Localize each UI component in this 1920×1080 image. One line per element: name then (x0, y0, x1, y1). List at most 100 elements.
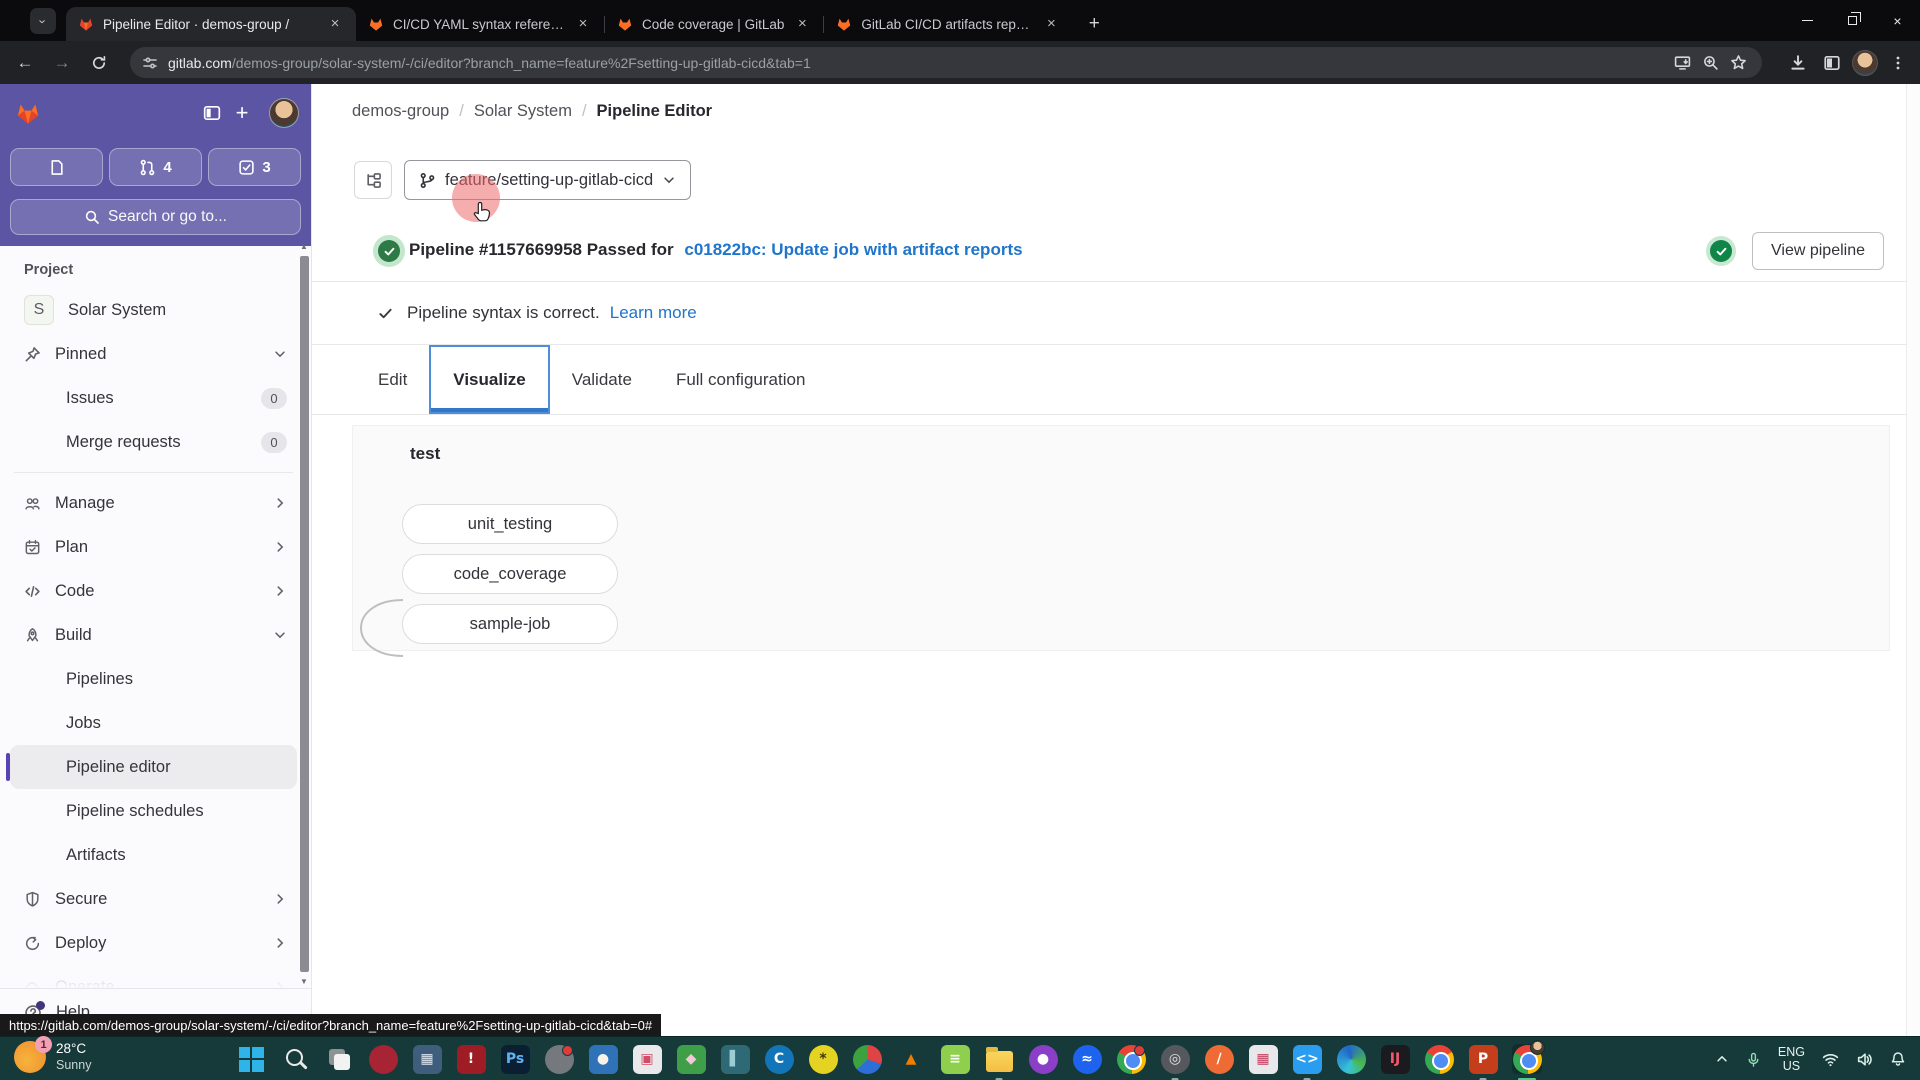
tab-search-button[interactable]: › (30, 8, 56, 34)
wifi-icon[interactable] (1822, 1051, 1839, 1068)
postman-app[interactable]: ∕ (1204, 1044, 1234, 1074)
chrome-app[interactable] (1424, 1044, 1454, 1074)
sidebar-item-pipeline-editor[interactable]: Pipeline editor (6, 745, 297, 789)
tab-edit[interactable]: Edit (356, 345, 429, 414)
sidebar-item-code[interactable]: Code (10, 569, 297, 613)
calculator-app[interactable]: ▦ (412, 1044, 442, 1074)
todos-shortcut-button[interactable]: 3 (208, 148, 301, 186)
task-view-button[interactable] (324, 1044, 354, 1074)
search-button[interactable] (280, 1044, 310, 1074)
user-avatar[interactable] (269, 98, 299, 128)
obs-app[interactable]: ◎ (1160, 1044, 1190, 1074)
bookmark-star-button[interactable] (1724, 49, 1752, 77)
weather-widget[interactable]: 1 28°C Sunny (14, 1036, 91, 1074)
back-button[interactable]: ← (10, 48, 40, 78)
lightning-app[interactable]: ! (456, 1044, 486, 1074)
tab-close-icon[interactable]: × (326, 15, 344, 33)
file-tree-toggle-button[interactable] (354, 161, 392, 199)
sidebar-item-jobs[interactable]: Jobs (10, 701, 297, 745)
job-node-unit-testing[interactable]: unit_testing (402, 504, 618, 544)
split-view-app[interactable]: ▌ (720, 1044, 750, 1074)
screenshot-app[interactable]: ▣ (632, 1044, 662, 1074)
breadcrumb-group-link[interactable]: demos-group (352, 102, 449, 121)
job-node-code-coverage[interactable]: code_coverage (402, 554, 618, 594)
color-wheel-app[interactable] (852, 1044, 882, 1074)
reload-button[interactable] (84, 48, 114, 78)
browser-tab-3[interactable]: Code coverage | GitLab × (605, 7, 823, 41)
sidebar-item-secure[interactable]: Secure (10, 877, 297, 921)
browser-profile-avatar[interactable] (1852, 49, 1878, 76)
tab-close-icon[interactable]: × (574, 15, 592, 33)
sidebar-scrollbar[interactable] (300, 242, 309, 986)
view-pipeline-button[interactable]: View pipeline (1752, 232, 1884, 270)
ccleaner-app[interactable]: C (764, 1044, 794, 1074)
notification-bell-icon[interactable] (1890, 1051, 1906, 1067)
split-screen-button[interactable] (1818, 49, 1846, 77)
sidebar-item-pinned[interactable]: Pinned (10, 332, 297, 376)
sidebar-item-issues[interactable]: Issues 0 (10, 376, 297, 420)
install-app-button[interactable] (1668, 49, 1696, 77)
issues-shortcut-button[interactable] (10, 148, 103, 186)
media-app[interactable] (368, 1044, 398, 1074)
window-restore-button[interactable] (1830, 0, 1875, 41)
vlc-app[interactable]: ▲ (896, 1044, 926, 1074)
browser-menu-button[interactable] (1884, 49, 1912, 77)
chrome-profile-active[interactable] (1512, 1040, 1545, 1074)
chrome-beta-app[interactable] (1116, 1044, 1146, 1074)
tab-validate[interactable]: Validate (550, 345, 654, 414)
sidebar-item-build[interactable]: Build (10, 613, 297, 657)
sidebar-item-plan[interactable]: Plan (10, 525, 297, 569)
tray-expand-icon[interactable] (1715, 1052, 1729, 1066)
create-new-button[interactable]: + (227, 98, 257, 128)
breadcrumb-project-link[interactable]: Solar System (474, 102, 572, 121)
volume-icon[interactable] (1856, 1051, 1873, 1068)
docker-app[interactable]: ≈ (1072, 1044, 1102, 1074)
sidebar-item-deploy[interactable]: Deploy (10, 921, 297, 965)
downloads-button[interactable] (1784, 49, 1812, 77)
edge-app[interactable] (1336, 1044, 1366, 1074)
commit-link[interactable]: c01822bc: Update job with artifact repor… (684, 240, 1022, 259)
sidebar-item-pipeline-schedules[interactable]: Pipeline schedules (10, 789, 297, 833)
file-explorer[interactable] (984, 1044, 1014, 1074)
tab-full-configuration[interactable]: Full configuration (654, 345, 827, 414)
forward-button[interactable]: → (47, 48, 77, 78)
page-scrollbar[interactable] (1906, 84, 1920, 1036)
notepad-app[interactable]: ≡ (940, 1044, 970, 1074)
gitlab-logo[interactable] (14, 99, 42, 127)
browser-tab-1[interactable]: Pipeline Editor · demos-group / × (66, 7, 356, 41)
sidebar-item-manage[interactable]: Manage (10, 481, 297, 525)
tab-close-icon[interactable]: × (793, 15, 811, 33)
browser-tab-2[interactable]: CI/CD YAML syntax reference | ( × (356, 7, 604, 41)
intellij-app[interactable]: IJ (1380, 1044, 1410, 1074)
vscode-app[interactable]: <> (1292, 1044, 1322, 1074)
language-indicator[interactable]: ENG US (1778, 1045, 1805, 1074)
photos-app[interactable]: ▦ (1248, 1044, 1278, 1074)
sidebar-item-artifacts[interactable]: Artifacts (10, 833, 297, 877)
merge-requests-shortcut-button[interactable]: 4 (109, 148, 202, 186)
window-minimize-button[interactable] (1785, 0, 1830, 41)
new-tab-button[interactable]: + (1080, 10, 1108, 38)
powerpoint-app[interactable]: P (1468, 1044, 1498, 1074)
job-node-sample-job[interactable]: sample-job (402, 604, 618, 644)
photoshop-app[interactable]: Ps (500, 1044, 530, 1074)
penguin-app[interactable]: ● (588, 1044, 618, 1074)
url-bar[interactable]: gitlab.com/demos-group/solar-system/-/ci… (130, 47, 1762, 78)
sidebar-item-project[interactable]: S Solar System (10, 288, 297, 332)
branch-selector-dropdown[interactable]: feature/setting-up-gitlab-cicd (404, 160, 692, 200)
browser-tab-4[interactable]: GitLab CI/CD artifacts reports ty × (824, 7, 1072, 41)
search-input[interactable]: Search or go to... (10, 199, 301, 235)
camera-app[interactable] (544, 1044, 574, 1074)
sidebar-item-merge-requests[interactable]: Merge requests 0 (10, 420, 297, 464)
tab-visualize[interactable]: Visualize (429, 345, 550, 414)
learn-more-link[interactable]: Learn more (610, 303, 697, 323)
window-close-button[interactable]: × (1875, 0, 1920, 41)
github-app[interactable]: ● (1028, 1044, 1058, 1074)
tab-close-icon[interactable]: × (1042, 15, 1060, 33)
start-button[interactable] (236, 1044, 266, 1074)
sidebar-toggle-button[interactable] (197, 98, 227, 128)
microphone-icon[interactable] (1746, 1052, 1761, 1067)
settings-gear-app[interactable]: * (808, 1044, 838, 1074)
zoom-page-button[interactable] (1696, 49, 1724, 77)
sidebar-item-pipelines[interactable]: Pipelines (10, 657, 297, 701)
design-app[interactable]: ◆ (676, 1044, 706, 1074)
